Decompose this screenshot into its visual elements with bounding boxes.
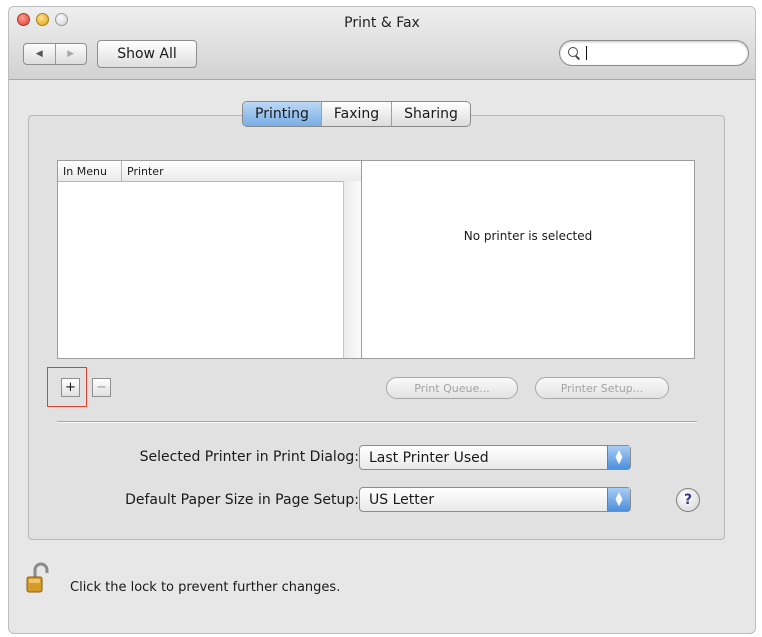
search-icon [568, 47, 578, 59]
printer-setup-button[interactable]: Printer Setup... [535, 377, 669, 399]
tab-printing[interactable]: Printing [243, 102, 321, 126]
printer-list-header: In Menu Printer [58, 161, 361, 182]
popup-arrows-icon: ▲ ▼ [607, 446, 630, 469]
selected-printer-value: Last Printer Used [369, 449, 489, 466]
paper-size-label: Default Paper Size in Page Setup: [125, 492, 359, 508]
printer-list-scrollbar[interactable] [343, 181, 361, 358]
search-field[interactable] [559, 40, 749, 66]
tab-sharing[interactable]: Sharing [391, 102, 470, 126]
search-input[interactable] [578, 43, 748, 63]
popup-arrows-icon: ▲ ▼ [607, 488, 630, 511]
lock-icon[interactable] [26, 562, 50, 594]
window-title: Print & Fax [344, 15, 420, 31]
show-all-button[interactable]: Show All [97, 40, 197, 68]
lock-status-text: Click the lock to prevent further change… [70, 580, 341, 595]
print-queue-button[interactable]: Print Queue... [386, 377, 518, 399]
printer-detail-pane: No printer is selected [362, 160, 695, 359]
help-button[interactable]: ? [676, 488, 700, 512]
printer-list[interactable]: In Menu Printer [57, 160, 362, 359]
tab-bar: Printing Faxing Sharing [242, 101, 471, 127]
selected-printer-label: Selected Printer in Print Dialog: [139, 449, 359, 465]
back-forward-control: ◀ ▶ [23, 43, 87, 65]
paper-size-popup[interactable]: US Letter ▲ ▼ [359, 487, 631, 512]
tab-faxing[interactable]: Faxing [320, 102, 391, 126]
text-cursor [586, 46, 587, 60]
back-button[interactable]: ◀ [24, 44, 55, 64]
forward-button[interactable]: ▶ [54, 44, 87, 64]
column-header-printer[interactable]: Printer [122, 161, 164, 181]
remove-printer-button[interactable]: − [92, 378, 111, 397]
no-printer-message: No printer is selected [463, 229, 593, 243]
add-button-highlight-box [47, 367, 87, 407]
paper-size-value: US Letter [369, 491, 435, 508]
section-divider [57, 421, 697, 423]
window-toolbar: Print & Fax ◀ ▶ Show All [9, 7, 755, 80]
forward-arrow-icon: ▶ [67, 49, 75, 59]
column-header-in-menu[interactable]: In Menu [58, 161, 122, 181]
selected-printer-popup[interactable]: Last Printer Used ▲ ▼ [359, 445, 631, 470]
back-arrow-icon: ◀ [35, 49, 43, 59]
